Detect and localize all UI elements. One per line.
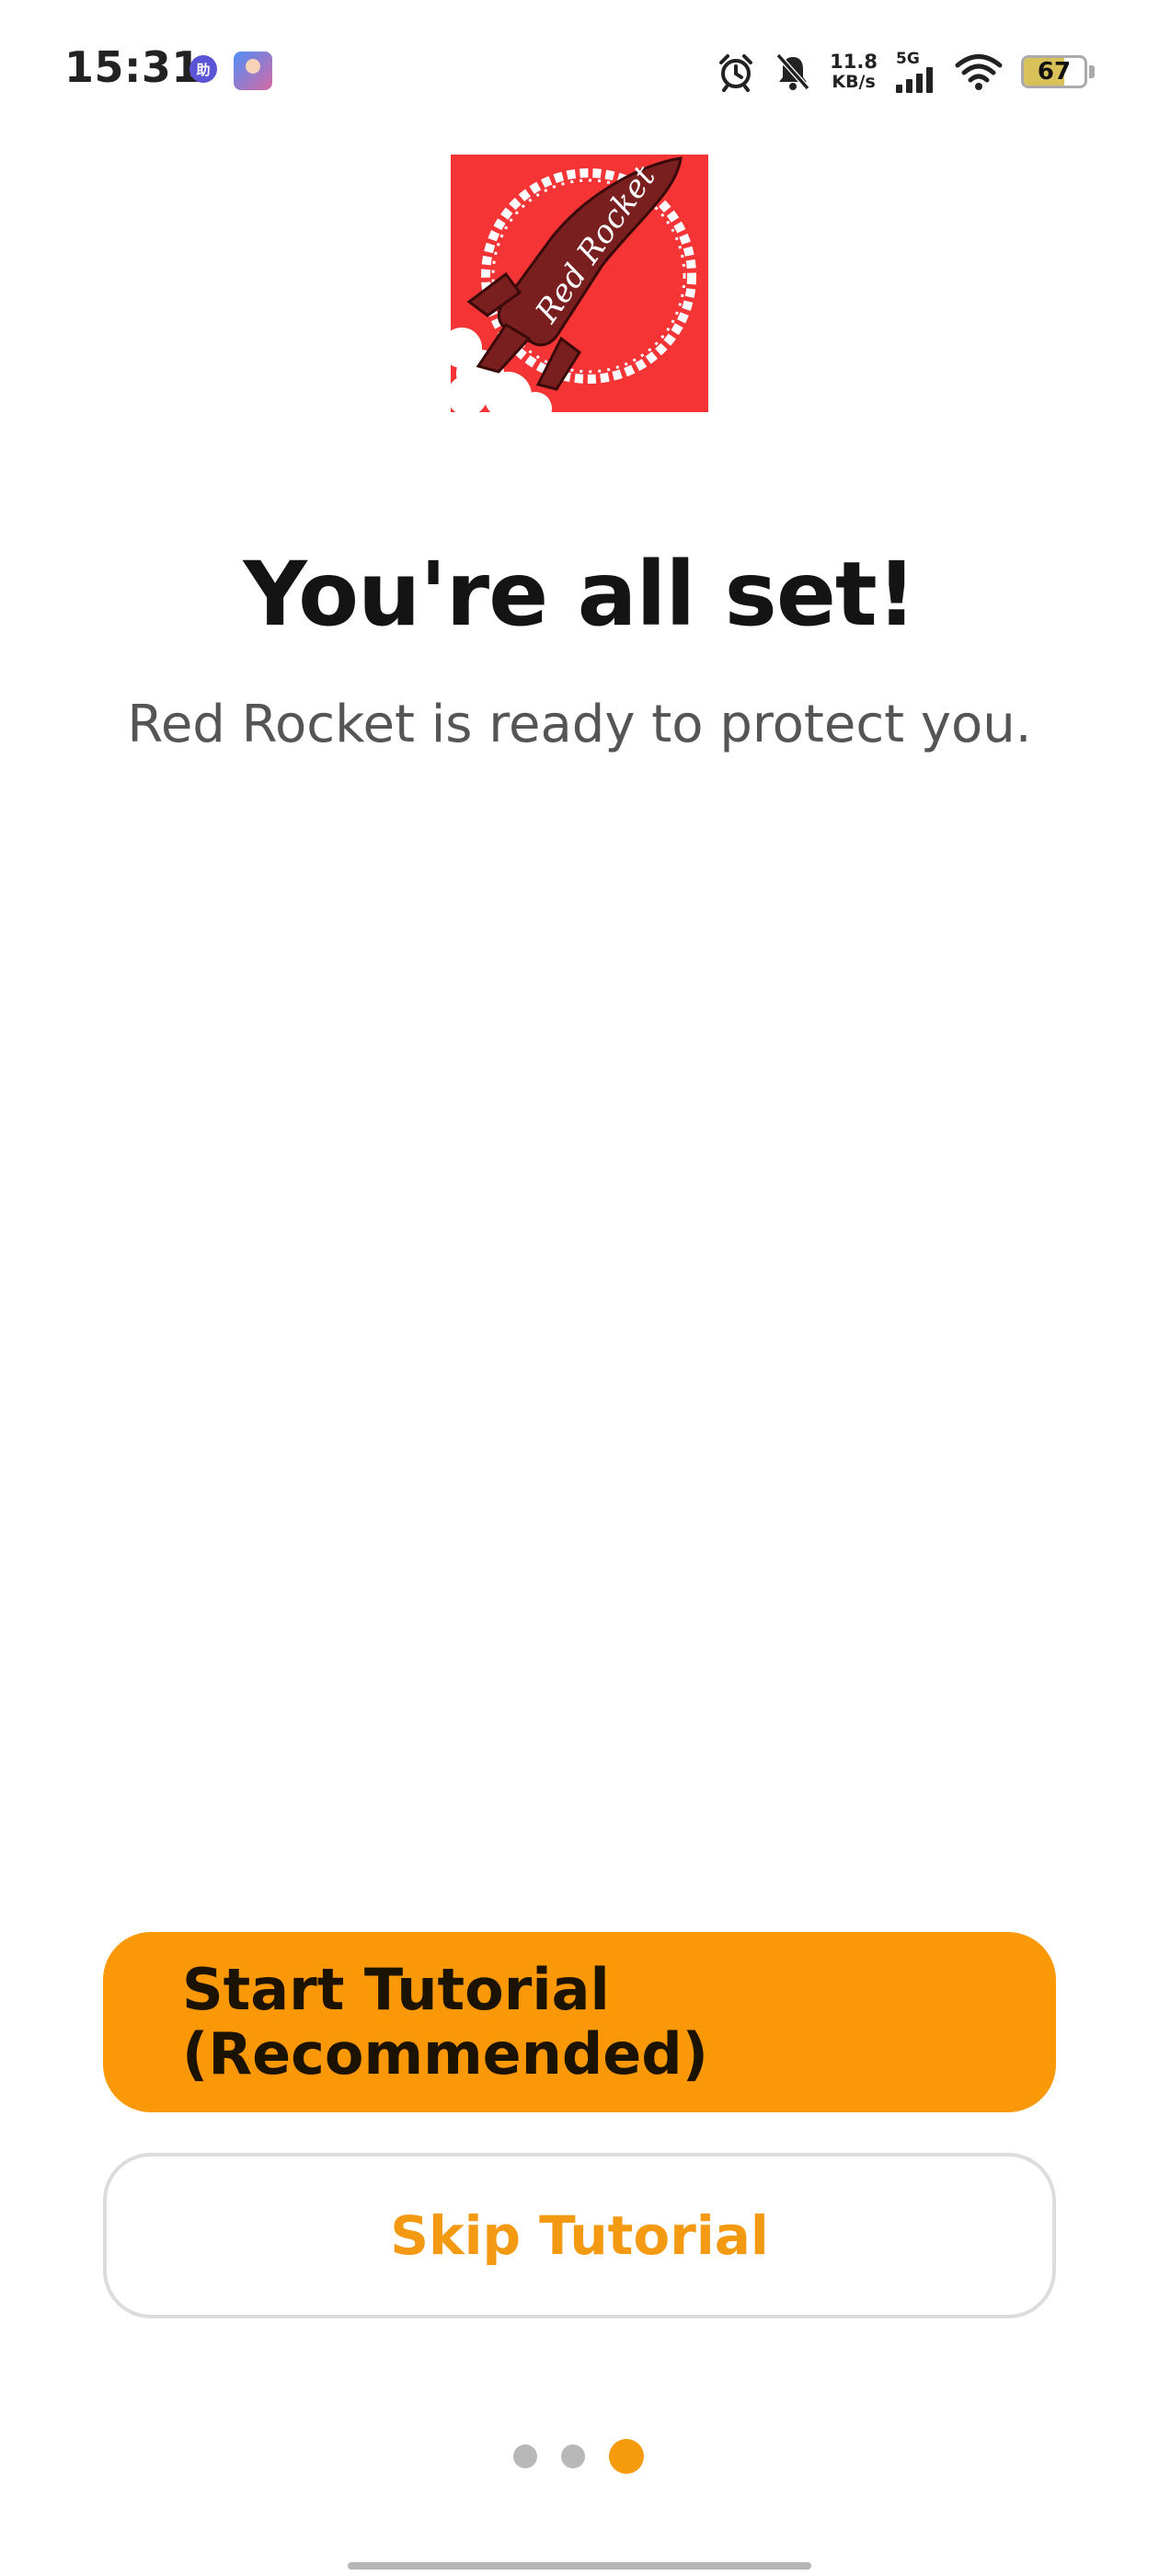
network-speed-unit: KB/s <box>832 72 876 92</box>
page-title: You're all set! <box>243 543 916 646</box>
wifi-icon <box>955 54 1003 90</box>
game-notification-icon <box>234 52 272 90</box>
skip-tutorial-button[interactable]: Skip Tutorial <box>103 2153 1056 2318</box>
page-subtitle: Red Rocket is ready to protect you. <box>127 695 1032 754</box>
network-type: 5G <box>896 50 920 68</box>
skip-tutorial-label: Skip Tutorial <box>390 2204 769 2267</box>
page-dot-1 <box>513 2444 537 2468</box>
network-speed: 11.8 KB/s <box>830 52 878 92</box>
battery-percent: 67 <box>1037 58 1072 86</box>
signal-icon: 5G <box>896 51 936 93</box>
page-indicator <box>0 2438 1159 2475</box>
red-rocket-logo: Red Rocket <box>451 155 708 412</box>
app-notification-icon: 助 <box>189 55 217 83</box>
bell-muted-icon <box>775 53 810 90</box>
page-dot-2 <box>561 2444 585 2468</box>
status-bar: 15:31 助 11.8 KB/s 5G 67 <box>0 0 1159 138</box>
status-icons: 11.8 KB/s 5G 67 <box>697 44 1095 99</box>
home-indicator[interactable] <box>348 2562 811 2570</box>
start-tutorial-button[interactable]: Start Tutorial (Recommended) <box>103 1932 1056 2112</box>
battery-icon: 67 <box>1021 55 1095 88</box>
network-speed-value: 11.8 <box>830 51 878 73</box>
status-time: 15:31 <box>64 42 201 92</box>
alarm-icon <box>719 54 753 92</box>
page-dot-3-active <box>609 2439 644 2474</box>
